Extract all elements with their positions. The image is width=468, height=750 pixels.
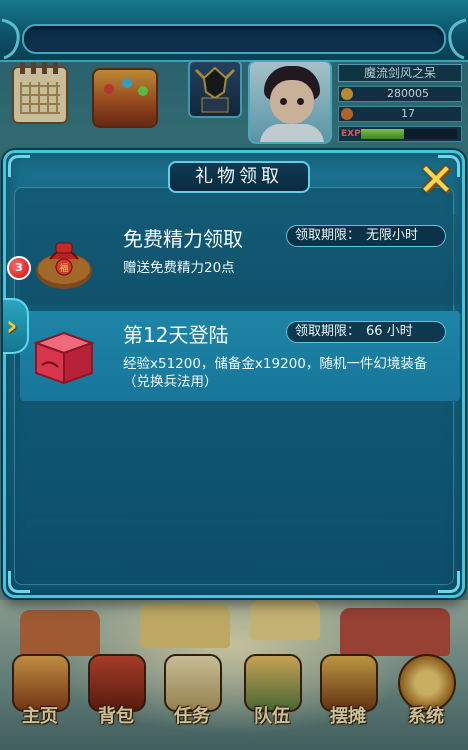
gift-name: 第12天登陆 — [123, 323, 229, 347]
deadline-value: 66 小时 — [366, 324, 413, 339]
deadline-label: 领取期限： — [295, 324, 361, 339]
energy-jar-icon: 福 — [36, 242, 92, 289]
gift-description: 赠送免费精力20点 — [123, 260, 235, 276]
notification-badge: 3 — [7, 256, 31, 280]
gift-claim-dialog: 礼物领取 ✕ 福 免费精力领取 领取期限： 无限小时 赠送免费精力20点 第12天… — [3, 150, 465, 598]
chevron-right-icon: › — [6, 309, 18, 342]
deadline-value: 无限小时 — [366, 228, 419, 243]
side-expand-tab[interactable]: › — [3, 298, 29, 354]
deadline-label: 领取期限： — [295, 228, 361, 243]
gift-item-energy[interactable]: 福 免费精力领取 领取期限： 无限小时 赠送免费精力20点 — [20, 215, 460, 305]
gift-description: 经验x51200，储备金x19200，随机一件幻境装备（兑换兵法用） — [123, 356, 428, 390]
red-gift-box-icon — [33, 331, 95, 385]
close-button[interactable]: ✕ — [414, 159, 458, 203]
svg-text:福: 福 — [59, 262, 68, 274]
gift-deadline: 领取期限： 无限小时 — [286, 225, 446, 247]
frame-corner — [8, 155, 30, 177]
dialog-title: 礼物领取 — [168, 161, 310, 193]
close-x-icon: ✕ — [417, 155, 455, 206]
gift-name: 免费精力领取 — [123, 227, 243, 251]
gift-item-day12-login[interactable]: 第12天登陆 领取期限： 66 小时 经验x51200，储备金x19200，随机一… — [20, 311, 460, 401]
gift-deadline: 领取期限： 66 小时 — [286, 321, 446, 343]
